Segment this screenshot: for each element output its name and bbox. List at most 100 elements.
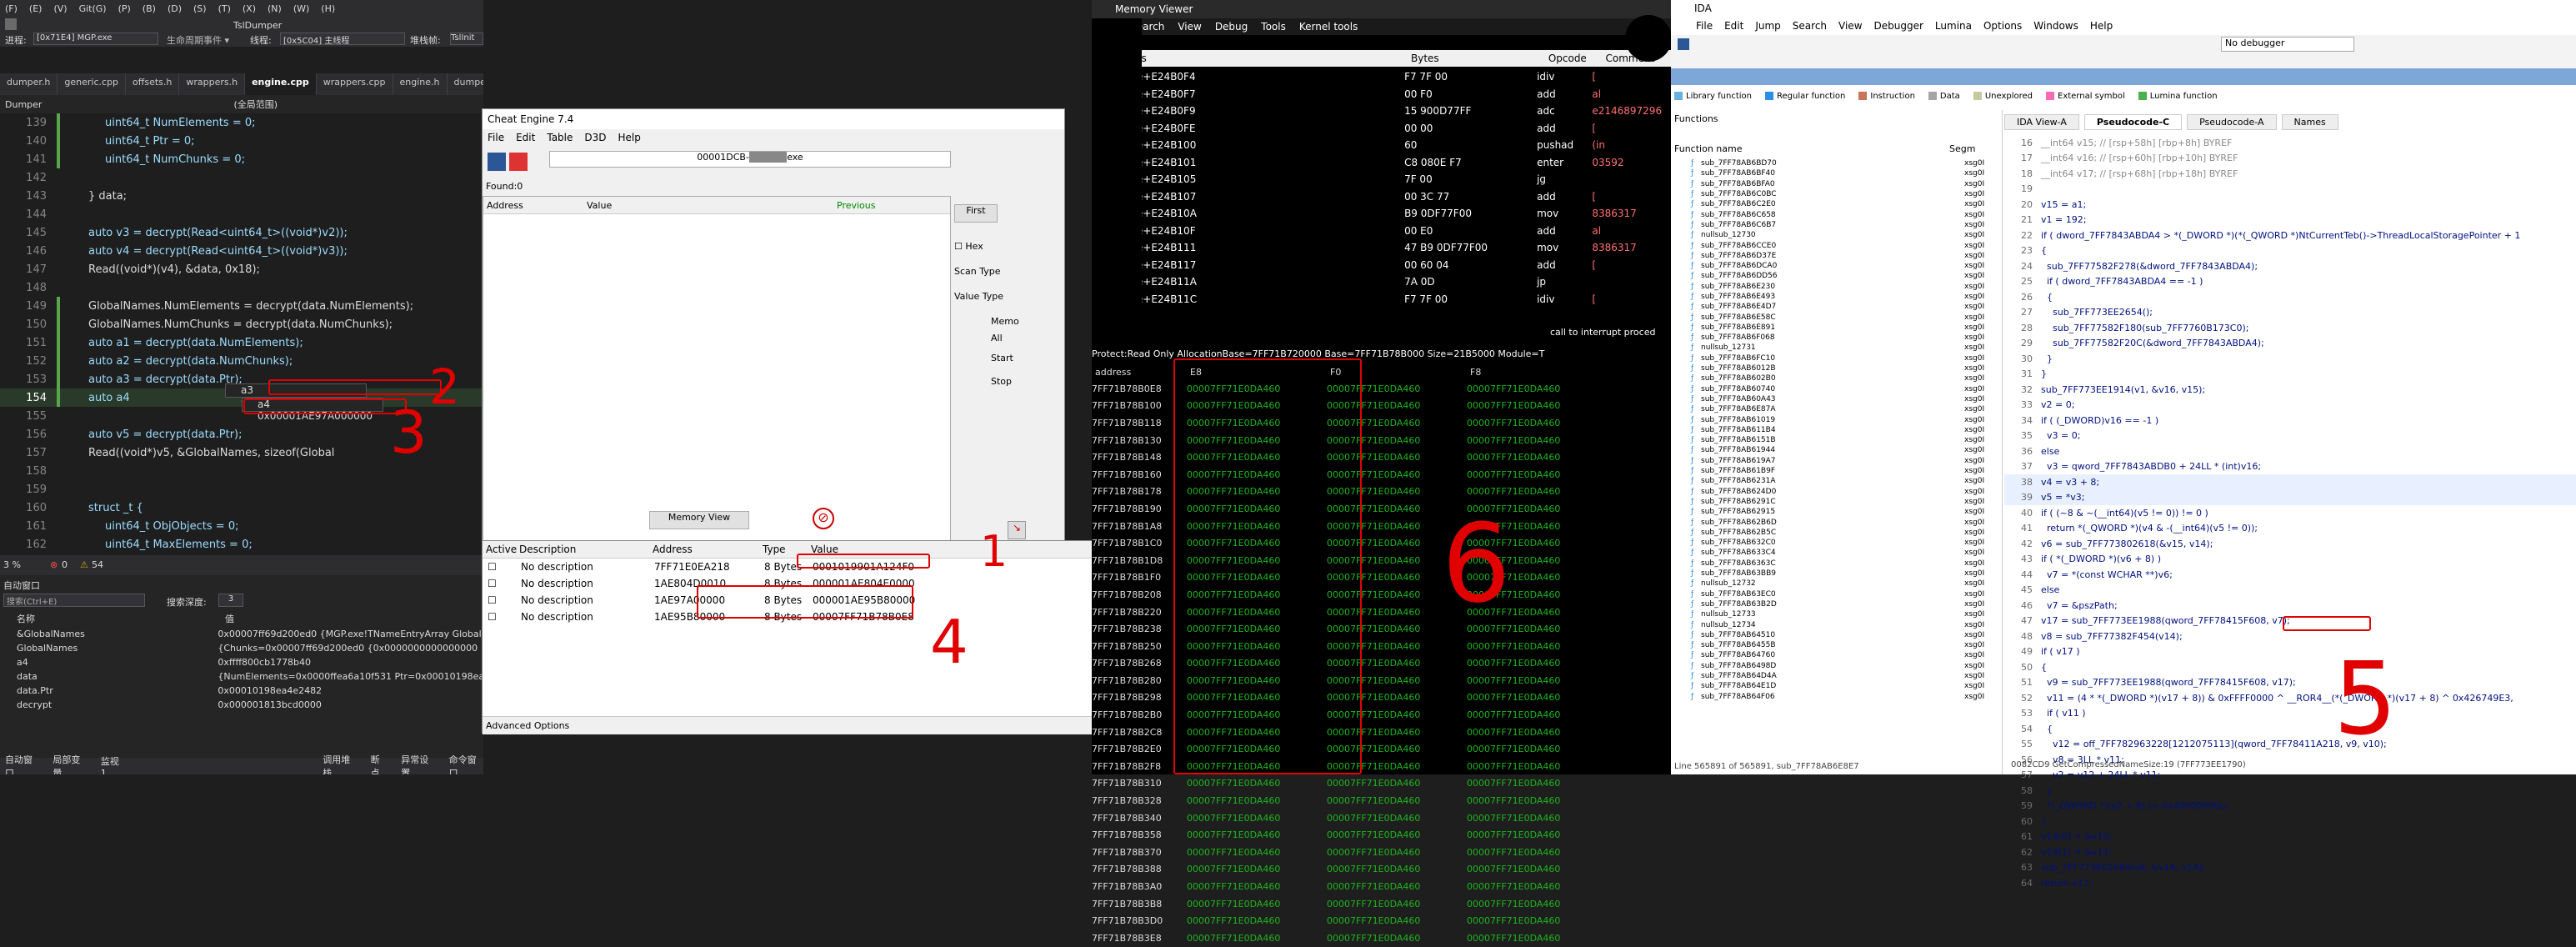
function-row[interactable]: ƒ sub_7FF78AB6D37E xsg0I — [1691, 251, 1999, 261]
function-row[interactable]: ƒ sub_7FF78AB6C0BC xsg0I — [1691, 189, 1999, 199]
watch-row[interactable]: data.Ptr 0x00010198ea4e2482 — [0, 684, 483, 698]
address-row[interactable]: ☐ No description 7FF71E0EA218 8 Bytes 000101… — [483, 559, 1106, 575]
vs-menu-item[interactable]: (F) — [5, 3, 18, 14]
ida-tab[interactable]: Pseudocode-C — [2083, 113, 2183, 130]
function-row[interactable]: ƒ sub_7FF78AB62915 xsg0I — [1691, 507, 1999, 517]
ida-menu-item[interactable]: Help — [2090, 20, 2113, 32]
ce-menu-item[interactable]: Edit — [516, 132, 535, 143]
function-row[interactable]: ƒ sub_7FF78AB63B2D xsg0I — [1691, 599, 1999, 609]
function-row[interactable]: ƒ sub_7FF78AB6E891 xsg0I — [1691, 323, 1999, 333]
watch-row[interactable]: GlobalNames {Chunks=0x00007ff69d200ed0 {0… — [0, 641, 483, 655]
mv-menu-item[interactable]: Debug — [1215, 21, 1248, 33]
ida-menu-item[interactable]: View — [1838, 20, 1862, 32]
function-row[interactable]: ƒ sub_7FF78AB6BF40 xsg0I — [1691, 168, 1999, 178]
ida-tab[interactable]: Pseudocode-A — [2187, 113, 2277, 130]
all-label[interactable]: All — [991, 333, 1003, 343]
lifecycle-dropdown[interactable]: 生命周期事件 ▾ — [167, 33, 229, 47]
vs-menu-item[interactable]: (S) — [193, 3, 207, 14]
function-row[interactable]: ƒ sub_7FF78AB64760 xsg0I — [1691, 650, 1999, 660]
save-icon[interactable] — [5, 18, 17, 30]
function-row[interactable]: ƒ sub_7FF78AB60A43 xsg0I — [1691, 394, 1999, 404]
search-depth-select[interactable]: 3 — [218, 594, 243, 607]
disasm-row[interactable]: exe+E24B10F 00 E0 add al — [1092, 223, 1671, 240]
vs-menu-item[interactable]: (P) — [118, 3, 131, 14]
editor-tab[interactable]: wrappers.h — [179, 73, 246, 95]
open-process-icon[interactable] — [488, 153, 506, 171]
hex-row[interactable]: 7FF71B78B3D0 00007FF71E0DA460 00007FF71E0D… — [1092, 912, 1671, 929]
editor-tab[interactable]: offsets.h — [126, 73, 180, 95]
disasm-row[interactable]: exe+E24B117 00 60 04 add[ — [1092, 257, 1671, 274]
thread-select[interactable]: [0x5C04] 主线程 — [280, 33, 405, 46]
hex-row[interactable]: 7FF71B78B370 00007FF71E0DA460 00007FF71E0D… — [1092, 844, 1671, 861]
debug-tab[interactable]: 自动窗口 — [5, 753, 39, 774]
add-address-icon[interactable]: ↘ — [1008, 521, 1026, 539]
hex-row[interactable]: 7FF71B78B328 00007FF71E0DA460 00007FF71E0D… — [1092, 792, 1671, 809]
vs-menu-item[interactable]: (W) — [293, 3, 309, 14]
process-label[interactable]: 00001DCB-xxxxxxxexe — [549, 151, 951, 168]
debug-tab[interactable]: 调用堆栈 — [323, 753, 357, 774]
pseudocode-view[interactable]: 16 __int64 v15; // [rsp+58h] [rbp+8h] BYR… — [2004, 135, 2576, 891]
mv-menu-item[interactable]: Tools — [1261, 21, 1286, 33]
vs-menu-item[interactable]: (H) — [321, 3, 335, 14]
first-scan-button[interactable]: First — [954, 204, 998, 223]
watch-row[interactable]: a4 0xffff800cb1778b40 — [0, 655, 483, 669]
hex-row[interactable]: 7FF71B78B340 00007FF71E0DA460 00007FF71E0D… — [1092, 809, 1671, 827]
process-select[interactable]: [0x71E4] MGP.exe — [33, 33, 158, 45]
function-row[interactable]: ƒ sub_7FF78AB6F068 xsg0I — [1691, 333, 1999, 343]
vs-menu-item[interactable]: (T) — [218, 3, 231, 14]
active-checkbox[interactable]: ☐ — [483, 561, 521, 573]
disasm-row[interactable]: exe+E24B101 C8 080E F7 enter 03592 — [1092, 154, 1671, 172]
disasm-row[interactable]: exe+E24B111 47 B9 0DF77F00 mov 8386317 — [1092, 239, 1671, 257]
mv-menu-item[interactable]: View — [1178, 21, 1201, 33]
function-row[interactable]: ƒ sub_7FF78AB6291C xsg0I — [1691, 497, 1999, 507]
function-row[interactable]: ƒ sub_7FF78AB64E1D xsg0I — [1691, 681, 1999, 691]
editor-tab[interactable]: engine.h — [393, 73, 448, 95]
navigation-band[interactable] — [1671, 68, 2576, 85]
watch-row[interactable]: data {NumElements=0x0000ffea6a10f531 Ptr=… — [0, 669, 483, 684]
hex-row[interactable]: 7FF71B78B388 00007FF71E0DA460 00007FF71E0D… — [1092, 861, 1671, 879]
function-row[interactable]: ƒ sub_7FF78AB602B0 xsg0I — [1691, 373, 1999, 383]
function-row[interactable]: ƒ sub_7FF78AB6E4D7 xsg0I — [1691, 302, 1999, 312]
function-row[interactable]: ƒ sub_7FF78AB6C6B7 xsg0I — [1691, 220, 1999, 230]
function-row[interactable]: ƒ sub_7FF78AB6CCE0 xsg0I — [1691, 240, 1999, 250]
vs-menu-item[interactable]: (B) — [143, 3, 156, 14]
function-row[interactable]: ƒ sub_7FF78AB6DD56 xsg0I — [1691, 271, 1999, 281]
editor-tab[interactable]: wrappers.cpp — [317, 73, 393, 95]
function-row[interactable]: ƒ sub_7FF78AB61944 xsg0I — [1691, 445, 1999, 455]
function-list[interactable]: ƒ sub_7FF78AB6BD70 xsg0I ƒ sub_7FF78AB6BF40 x… — [1691, 158, 1999, 702]
disasm-row[interactable]: exe+E24B0FE 00 00 add[ — [1092, 120, 1671, 138]
code-editor[interactable]: 139 uint64_t NumElements = 0; 140 uint64_t … — [0, 113, 483, 555]
hex-row[interactable]: 7FF71B78B3A0 00007FF71E0DA460 00007FF71E0D… — [1092, 878, 1671, 895]
zoom-level[interactable]: 3 % — [3, 559, 21, 570]
function-row[interactable]: ƒ sub_7FF78AB6BD70 xsg0I — [1691, 158, 1999, 168]
editor-tab[interactable]: dumper.h — [0, 73, 58, 95]
debug-tab[interactable]: 异常设置 — [401, 753, 435, 774]
function-row[interactable]: ƒ sub_7FF78AB6012B xsg0I — [1691, 363, 1999, 373]
ida-menu-item[interactable]: Edit — [1724, 20, 1743, 32]
error-icon[interactable]: ⊗ — [50, 559, 58, 570]
memory-view-button[interactable]: Memory View — [649, 511, 749, 529]
function-row[interactable]: ƒ nullsub_12731 xsg0I — [1691, 343, 1999, 353]
function-row[interactable]: ƒ sub_7FF78AB6E87A xsg0I — [1691, 404, 1999, 414]
function-row[interactable]: ƒ sub_7FF78AB6C658 xsg0I — [1691, 209, 1999, 219]
disasm-row[interactable]: exe+E24B107 00 3C 77 add[ — [1092, 188, 1671, 206]
disasm-row[interactable]: exe+E24B11C F7 7F 00 idiv[ — [1092, 291, 1671, 308]
function-row[interactable]: ƒ sub_7FF78AB619A7 xsg0I — [1691, 456, 1999, 466]
vs-menu-item[interactable]: (X) — [243, 3, 256, 14]
function-row[interactable]: ƒ sub_7FF78AB6231A xsg0I — [1691, 476, 1999, 486]
function-row[interactable]: ƒ sub_7FF78AB64510 xsg0I — [1691, 630, 1999, 640]
warning-icon[interactable]: ⚠ — [80, 559, 88, 570]
hex-row[interactable]: 7FF71B78B3E8 00007FF71E0DA460 00007FF71E0D… — [1092, 929, 1671, 947]
ida-menu-item[interactable]: Windows — [2033, 20, 2078, 32]
function-row[interactable]: ƒ sub_7FF78AB633C4 xsg0I — [1691, 548, 1999, 558]
active-checkbox[interactable]: ☐ — [483, 611, 521, 623]
hex-row[interactable]: 7FF71B78B3B8 00007FF71E0DA460 00007FF71E0D… — [1092, 895, 1671, 913]
ida-menu-item[interactable]: Search — [1793, 20, 1827, 32]
active-checkbox[interactable]: ☐ — [483, 578, 521, 589]
ce-menu-item[interactable]: Table — [547, 132, 573, 143]
ida-menu-item[interactable]: Debugger — [1874, 20, 1923, 32]
stack-select[interactable]: TslInit — [450, 33, 483, 45]
function-row[interactable]: ƒ sub_7FF78AB63BB9 xsg0I — [1691, 569, 1999, 579]
function-row[interactable]: ƒ sub_7FF78AB624D0 xsg0I — [1691, 487, 1999, 497]
disasm-row[interactable]: exe+E24B11A 7A 0D jp — [1092, 273, 1671, 291]
